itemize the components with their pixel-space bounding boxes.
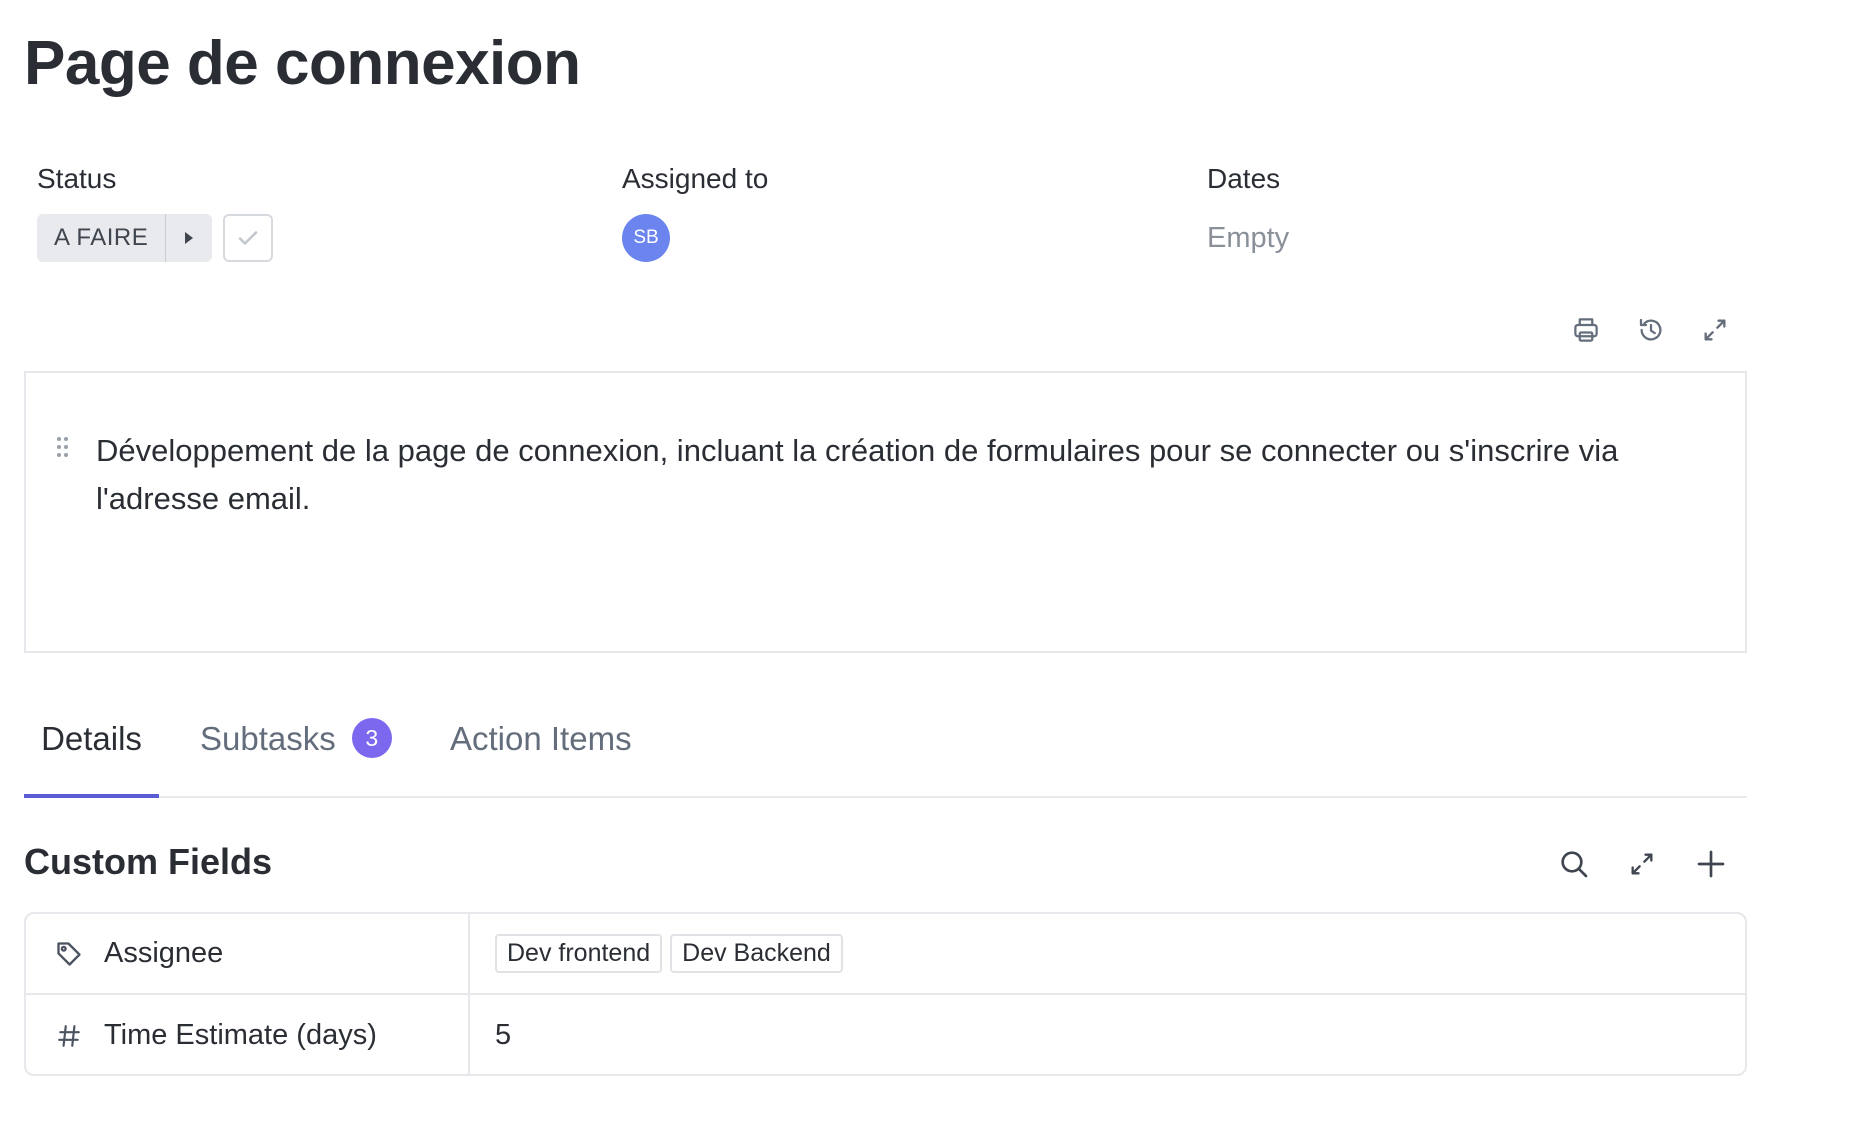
custom-field-row[interactable]: Time Estimate (days) 5 [26,995,1745,1074]
hash-icon [54,1023,84,1049]
custom-fields-title: Custom Fields [24,841,273,882]
next-status-button[interactable] [166,214,212,262]
custom-field-row[interactable]: Assignee Dev frontend Dev Backend [26,914,1745,995]
custom-field-name-cell: Assignee [26,914,470,993]
tab-label: Subtasks [200,720,336,757]
subtasks-count-badge: 3 [351,718,392,758]
assigned-to-label: Assigned to [622,163,769,194]
print-icon[interactable] [1568,312,1604,348]
custom-field-name-cell: Time Estimate (days) [26,995,470,1074]
label-tag[interactable]: Dev frontend [495,934,663,973]
custom-fields-table: Assignee Dev frontend Dev Backend Time E… [24,912,1747,1076]
tab-label: Action Items [450,720,632,757]
custom-field-value-cell[interactable]: Dev frontend Dev Backend [470,914,1745,993]
custom-field-name: Time Estimate (days) [104,1019,377,1051]
expand-icon[interactable] [1623,845,1661,883]
tab-action-items[interactable]: Action Items [450,710,632,798]
check-icon [238,231,258,245]
tab-bar: Details Subtasks 3 Action Items [24,710,1747,798]
assignee-avatar[interactable]: SB [622,214,670,262]
dates-value[interactable]: Empty [1207,222,1289,255]
tab-label: Details [41,720,142,757]
status-value[interactable]: A FAIRE [37,214,167,262]
description-editor[interactable]: Développement de la page de connexion, i… [24,371,1747,653]
description-text[interactable]: Développement de la page de connexion, i… [96,427,1696,523]
plus-icon[interactable] [1692,845,1730,883]
drag-handle-icon[interactable] [56,436,70,458]
label-tag[interactable]: Dev Backend [670,934,843,973]
tab-subtasks[interactable]: Subtasks 3 [200,710,392,798]
status-label: Status [37,163,117,194]
dates-label: Dates [1207,163,1281,194]
caret-right-icon [185,232,194,244]
status-pill[interactable]: A FAIRE [37,214,213,262]
expand-icon[interactable] [1697,312,1733,348]
task-title[interactable]: Page de connexion [24,28,581,99]
history-icon[interactable] [1633,312,1669,348]
tag-icon [54,940,84,968]
mark-complete-button[interactable] [223,214,273,262]
tab-details[interactable]: Details [24,710,159,798]
search-icon[interactable] [1555,845,1593,883]
custom-field-value-cell[interactable]: 5 [470,995,1745,1074]
custom-field-name: Assignee [104,937,224,969]
